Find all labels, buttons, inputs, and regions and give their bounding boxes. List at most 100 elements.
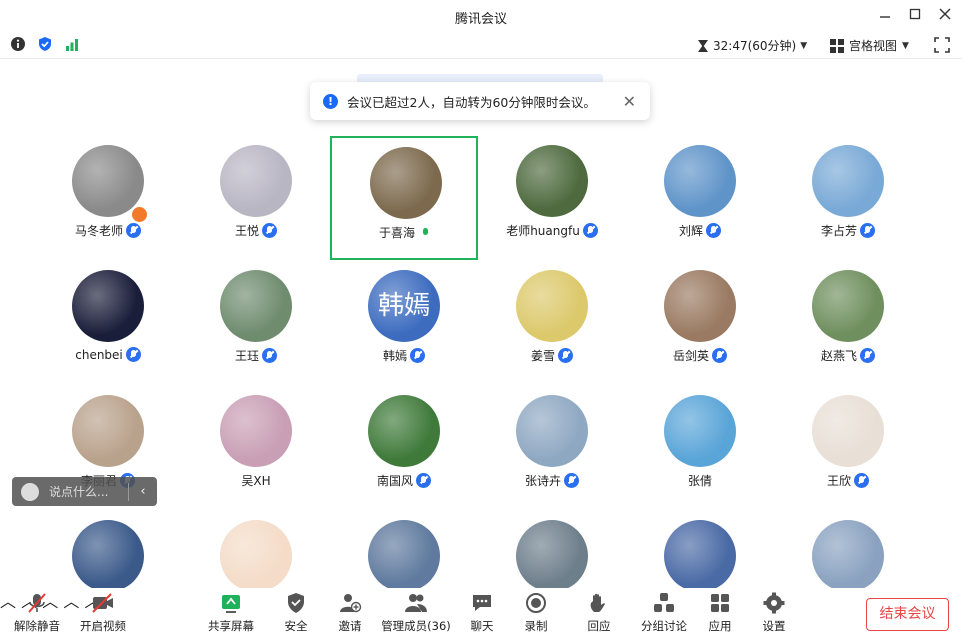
participant-tile[interactable]: 刘辉 — [626, 136, 774, 260]
record-button[interactable]: 录制 — [516, 592, 556, 634]
participant-tile[interactable]: 南国风 — [330, 386, 478, 510]
reaction-button[interactable]: 回应 — [579, 592, 619, 634]
notice-text: 会议已超过2人，自动转为60分钟限时会议。 — [347, 94, 596, 110]
settings-button[interactable]: 设置 — [754, 592, 794, 634]
participant-name-row: 王悦 — [182, 222, 330, 239]
participant-tile[interactable]: 李占芳 — [774, 136, 922, 260]
signal-icon[interactable] — [64, 36, 80, 52]
avatar — [516, 145, 588, 217]
participant-name-row: 马冬老师 — [34, 222, 182, 239]
hourglass-icon — [698, 39, 708, 52]
minimize-icon — [880, 16, 890, 18]
participant-tile[interactable]: 张倩 — [626, 386, 774, 510]
record-icon — [526, 593, 546, 613]
record-options-chevron[interactable]: ︿ — [63, 592, 79, 611]
avatar — [516, 395, 588, 467]
start-video-button[interactable]: 开启视频 — [78, 592, 128, 634]
participant-name: 赵燕飞 — [820, 349, 857, 363]
participant-tile[interactable]: 于喜海 — [330, 136, 478, 260]
participant-name: chenbei — [75, 348, 123, 362]
collapse-chevron-icon[interactable]: ‹ — [129, 484, 157, 499]
mic-active-icon — [418, 225, 433, 240]
participant-name-row: 王欣 — [774, 472, 922, 489]
participant-name: 李占芳 — [820, 224, 857, 238]
participant-name-row: 刘辉 — [626, 222, 774, 239]
end-meeting-button[interactable]: 结束会议 — [866, 598, 949, 631]
participant-name: 于喜海 — [378, 226, 415, 240]
mic-muted-icon — [860, 223, 875, 238]
participant-tile[interactable]: 王珏 — [182, 261, 330, 385]
participant-tile[interactable]: 马冬老师 — [34, 136, 182, 260]
mic-muted-icon — [125, 347, 141, 362]
close-icon — [939, 8, 951, 20]
apps-icon — [711, 594, 729, 612]
participant-name: 岳剑英 — [672, 349, 709, 363]
meeting-timer[interactable]: 32:47(60分钟) ▼ — [697, 37, 807, 54]
grid-view-icon — [830, 38, 844, 53]
mic-muted-icon — [860, 348, 875, 363]
info-icon[interactable] — [10, 36, 26, 52]
maximize-button[interactable] — [904, 5, 926, 27]
manage-members-button[interactable]: 管理成员(36) — [380, 592, 452, 634]
participant-name: 南国风 — [376, 474, 413, 488]
mic-muted-icon — [706, 223, 721, 238]
quick-chat-bar[interactable]: 说点什么... ‹ — [12, 477, 157, 506]
avatar — [72, 145, 144, 217]
gear-icon — [763, 592, 785, 614]
participant-name: 吴XH — [241, 474, 271, 488]
avatar — [516, 270, 588, 342]
avatar — [220, 270, 292, 342]
participant-tile[interactable]: 赵燕飞 — [774, 261, 922, 385]
participant-name: 张倩 — [687, 474, 712, 488]
mic-muted-icon — [712, 348, 727, 363]
participant-tile[interactable]: 老师huangfu — [478, 136, 626, 260]
participant-name-row: 张倩 — [626, 472, 774, 489]
avatar — [368, 520, 440, 592]
emoji-icon[interactable] — [21, 482, 39, 501]
participant-tile[interactable]: 张诗卉 — [478, 386, 626, 510]
avatar: 韩嫣 — [368, 270, 440, 342]
participant-name-row: 韩嫣 — [330, 347, 478, 364]
video-off-icon — [92, 593, 113, 613]
avatar — [664, 270, 736, 342]
chat-icon — [473, 595, 491, 611]
security-shield-icon — [288, 593, 304, 613]
close-notice-icon[interactable]: ✕ — [623, 92, 636, 111]
participant-name-row: 岳剑英 — [626, 347, 774, 364]
avatar — [664, 145, 736, 217]
chat-placeholder[interactable]: 说点什么... — [49, 483, 108, 500]
participant-name-row: 吴XH — [182, 472, 330, 489]
mic-muted-icon — [854, 473, 869, 488]
participant-tile[interactable]: 王欣 — [774, 386, 922, 510]
mic-muted-icon — [558, 348, 573, 363]
fullscreen-icon[interactable] — [934, 37, 950, 53]
participant-tile[interactable]: 王悦 — [182, 136, 330, 260]
participant-tile[interactable]: 吴XH — [182, 386, 330, 510]
participant-name-row: 李占芳 — [774, 222, 922, 239]
apps-button[interactable]: 应用 — [700, 592, 740, 634]
participant-name-row: 于喜海 — [332, 224, 480, 241]
close-window-button[interactable] — [934, 5, 956, 27]
security-button[interactable]: 安全 — [276, 592, 316, 634]
shield-icon[interactable] — [37, 36, 53, 52]
hand-icon — [590, 593, 605, 612]
avatar — [812, 145, 884, 217]
minimize-button[interactable] — [874, 5, 896, 27]
avatar-initials: 韩嫣 — [377, 291, 430, 321]
breakout-button[interactable]: 分组讨论 — [640, 592, 688, 634]
participant-tile[interactable]: 姜雪 — [478, 261, 626, 385]
view-switch-button[interactable]: 宫格视图 ▼ — [830, 37, 909, 54]
title-bar: 腾讯会议 — [0, 0, 962, 32]
participant-name: 王珏 — [234, 349, 259, 363]
time-limit-notice: ! 会议已超过2人，自动转为60分钟限时会议。 ✕ — [310, 82, 650, 120]
invite-button[interactable]: 邀请 — [330, 592, 370, 634]
avatar — [220, 395, 292, 467]
participant-tile[interactable]: 韩嫣 韩嫣 — [330, 261, 478, 385]
participant-name-row: 赵燕飞 — [774, 347, 922, 364]
participant-name: 马冬老师 — [74, 224, 123, 238]
share-screen-button[interactable]: 共享屏幕 — [206, 592, 256, 634]
participant-tile[interactable]: chenbei — [34, 261, 182, 385]
chat-button[interactable]: 聊天 — [462, 592, 502, 634]
unmute-button[interactable]: 解除静音 — [12, 592, 62, 634]
participant-tile[interactable]: 岳剑英 — [626, 261, 774, 385]
